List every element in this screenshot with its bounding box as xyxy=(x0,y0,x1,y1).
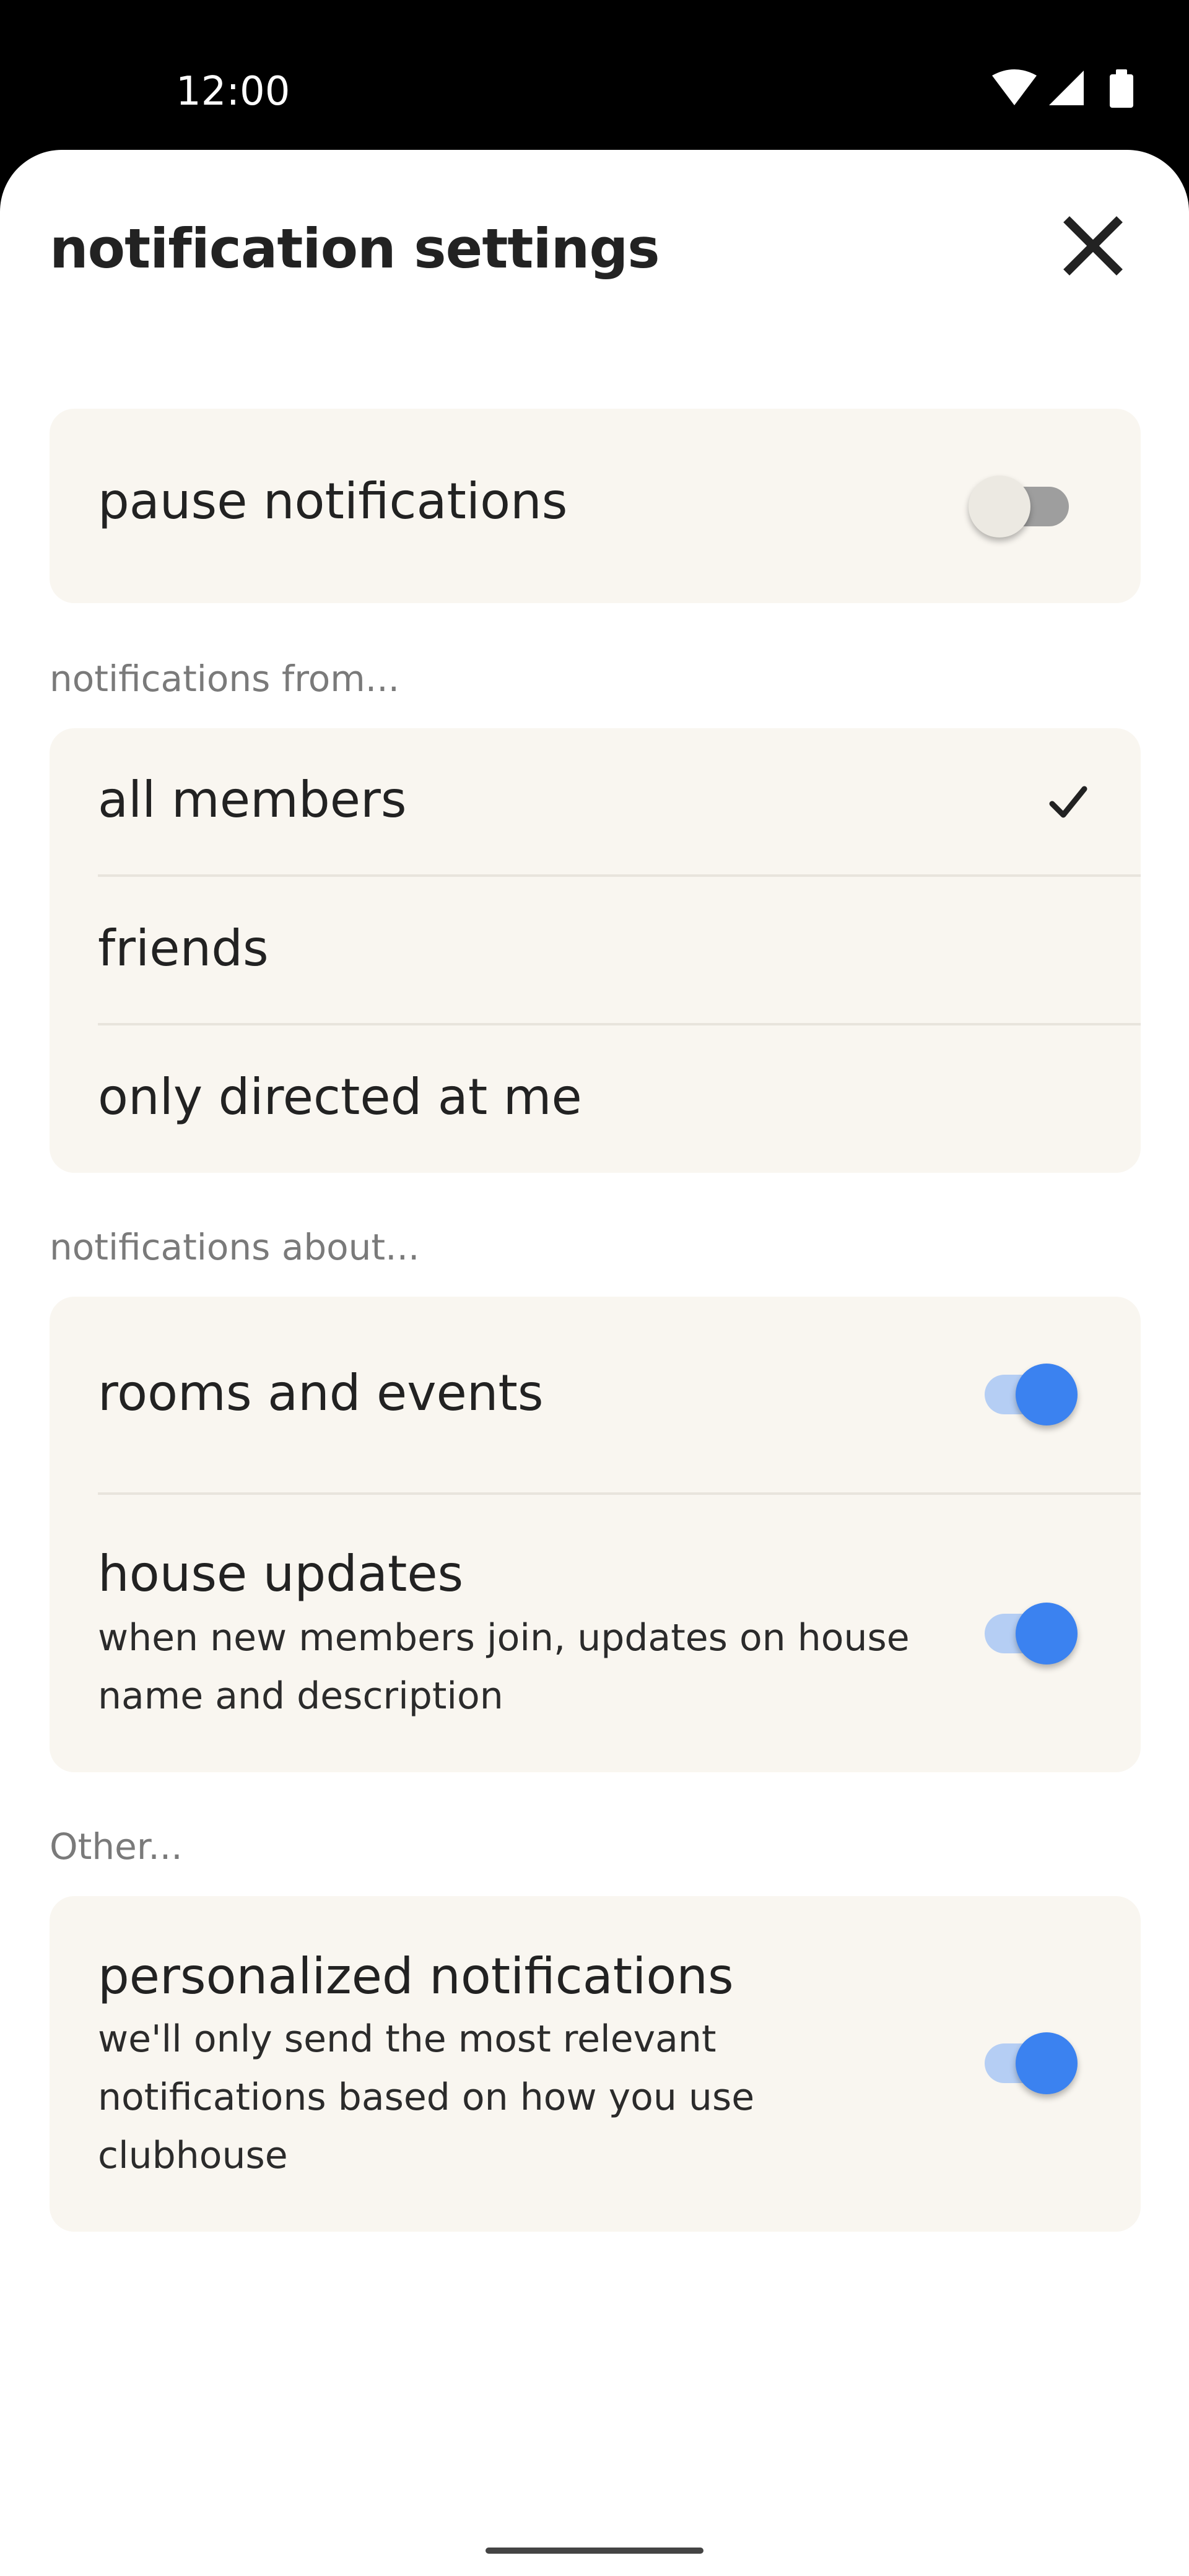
section-label-notifications-from: notifications from... xyxy=(50,658,400,700)
rooms-and-events-label: rooms and events xyxy=(98,1364,544,1422)
close-button[interactable] xyxy=(1053,206,1133,286)
toggle-knob xyxy=(969,476,1030,537)
pause-notifications-label: pause notifications xyxy=(98,472,568,530)
house-updates-row: house updates when new members join, upd… xyxy=(50,1495,1141,1772)
notifications-from-card: all members friends only directed at me xyxy=(50,728,1141,1173)
wifi-icon xyxy=(992,69,1037,105)
house-updates-label: house updates xyxy=(98,1545,464,1603)
rooms-and-events-row: rooms and events xyxy=(50,1297,1141,1492)
status-bar: 12:00 xyxy=(0,0,1189,150)
home-indicator[interactable] xyxy=(486,2548,703,2554)
option-label: all members xyxy=(98,771,407,829)
page-title: notification settings xyxy=(50,217,660,281)
section-label-notifications-about: notifications about... xyxy=(50,1226,420,1268)
notifications-about-card: rooms and events house updates when new … xyxy=(50,1297,1141,1772)
pause-notifications-toggle[interactable] xyxy=(969,469,1071,537)
option-label: friends xyxy=(98,920,269,977)
toggle-knob xyxy=(1016,1603,1078,1664)
personalized-notifications-label: personalized notifications xyxy=(98,1947,734,2005)
personalized-notifications-description: we'll only send the most relevant notifi… xyxy=(98,2017,755,2177)
personalized-notifications-row: personalized notifications we'll only se… xyxy=(50,1896,1141,2232)
house-updates-toggle[interactable] xyxy=(978,1596,1078,1664)
close-icon xyxy=(1063,216,1123,276)
option-friends[interactable]: friends xyxy=(50,877,1141,1024)
notification-settings-sheet: notification settings pause notification… xyxy=(0,150,1189,2576)
status-icons xyxy=(992,68,1136,110)
house-updates-description: when new members join, updates on house … xyxy=(98,1616,910,1718)
toggle-knob xyxy=(1016,2032,1078,2094)
other-card: personalized notifications we'll only se… xyxy=(50,1896,1141,2232)
section-label-other: Other... xyxy=(50,1825,183,1868)
status-time: 12:00 xyxy=(176,69,290,115)
personalized-notifications-toggle[interactable] xyxy=(978,2026,1078,2094)
pause-notifications-card: pause notifications xyxy=(50,409,1141,603)
option-label: only directed at me xyxy=(98,1068,582,1126)
toggle-knob xyxy=(1016,1364,1078,1425)
battery-icon xyxy=(1110,69,1133,108)
rooms-and-events-toggle[interactable] xyxy=(978,1357,1078,1425)
option-only-directed-at-me[interactable]: only directed at me xyxy=(50,1025,1141,1173)
checkmark-icon xyxy=(1049,786,1087,818)
cellular-signal-icon xyxy=(1049,71,1084,105)
option-all-members[interactable]: all members xyxy=(50,728,1141,876)
